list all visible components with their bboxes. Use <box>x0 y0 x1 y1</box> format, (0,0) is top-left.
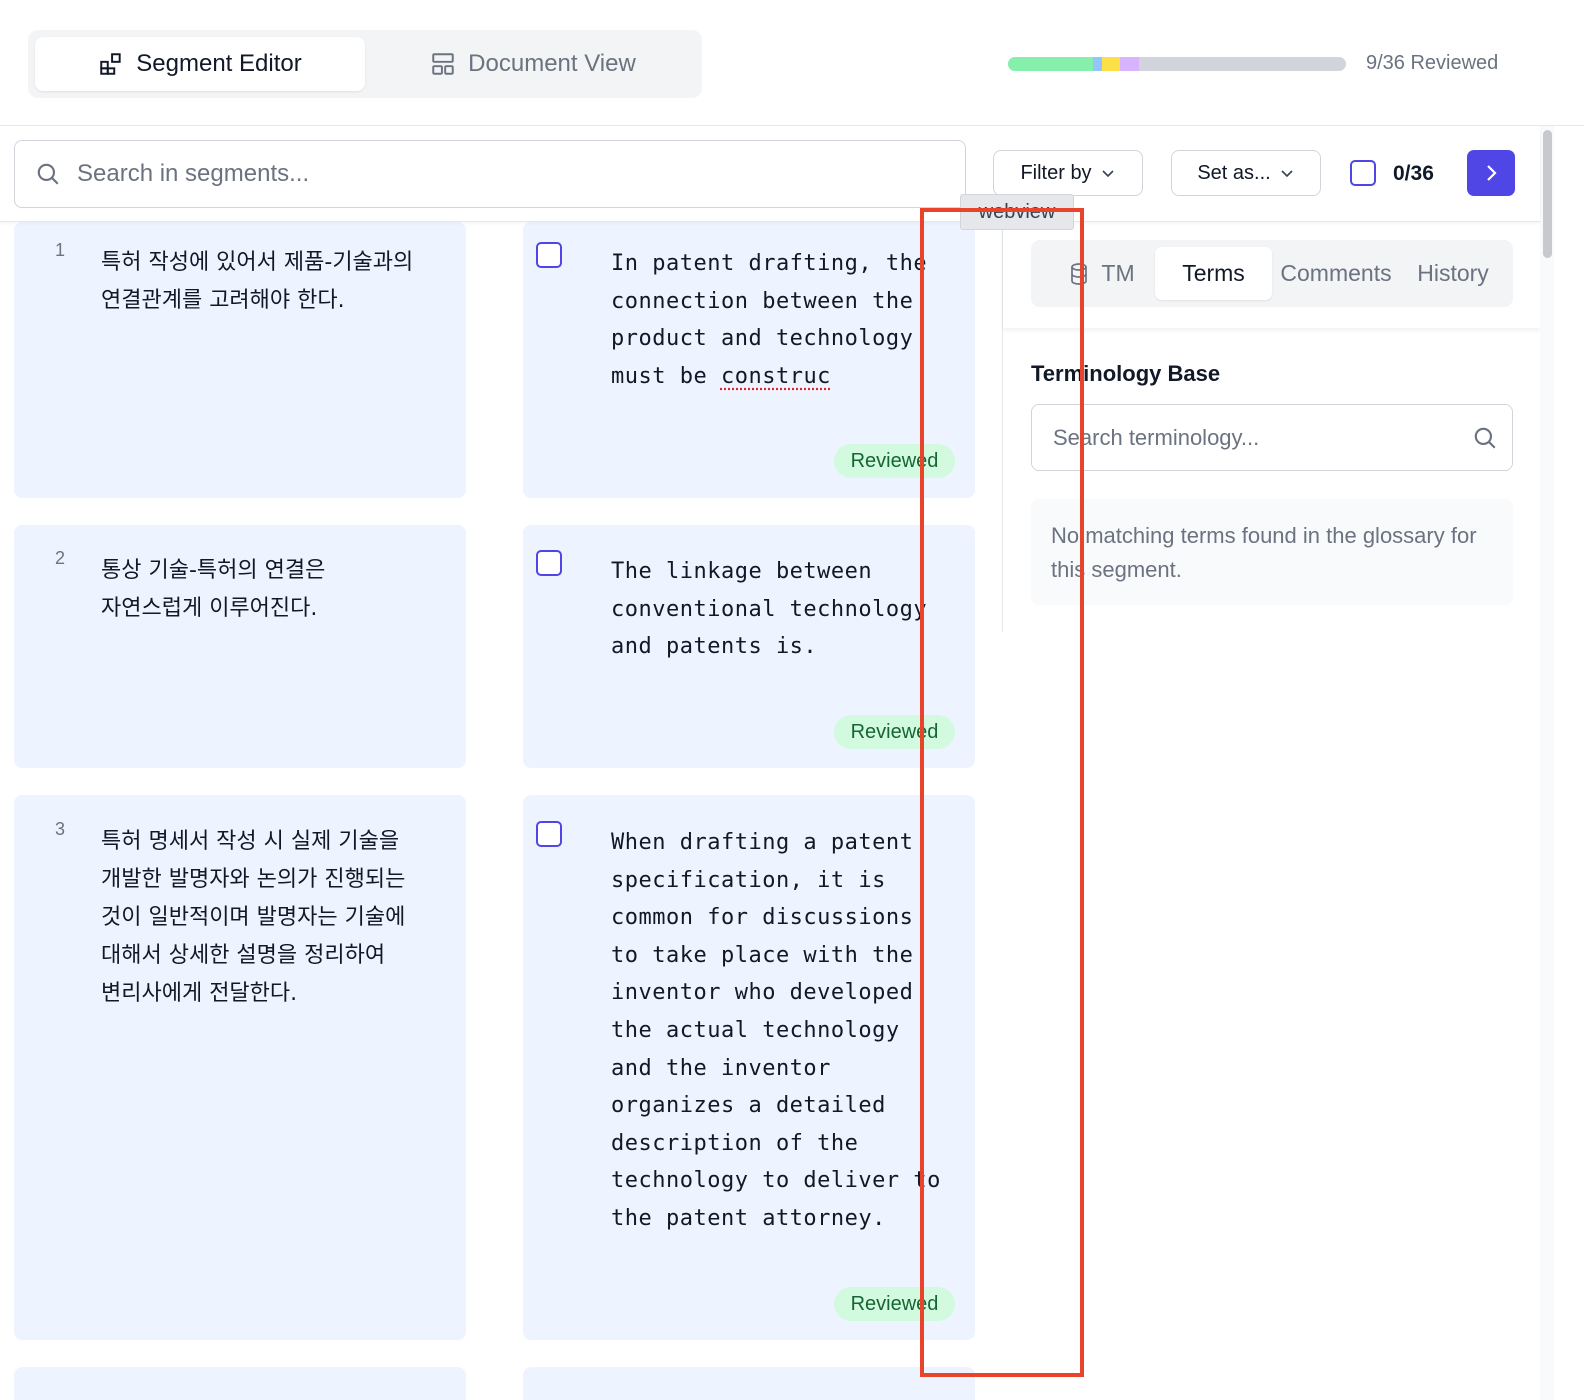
search-icon[interactable] <box>1472 425 1498 451</box>
tab-history-label: History <box>1417 260 1489 286</box>
document-view-icon <box>432 53 454 75</box>
segment-toolbar: Filter by Set as... 0/36 <box>0 126 1540 222</box>
segment-search <box>14 140 966 208</box>
segment-search-input[interactable] <box>77 160 917 188</box>
segment-source-text: 특허 작성에 있어서 제품-기술과의 연결관계를 고려해야 한다. <box>101 250 414 313</box>
database-icon <box>1071 262 1088 285</box>
scrollbar-track <box>1540 126 1554 1400</box>
select-all-checkbox[interactable] <box>1350 160 1376 186</box>
chevron-right-icon <box>1487 165 1497 181</box>
search-icon <box>37 163 59 185</box>
segment-target-text[interactable]: The linkage between conventional technol… <box>611 553 941 666</box>
next-segment-button[interactable] <box>1467 150 1515 196</box>
terminology-heading: Terminology Base <box>1031 361 1221 386</box>
review-progress-label: 9/36 Reviewed <box>1366 52 1499 74</box>
view-switcher: Segment Editor Document View <box>28 30 702 98</box>
tab-terms-label: Terms <box>1182 260 1245 286</box>
chevron-down-icon <box>1101 170 1114 178</box>
segment-number: 2 <box>55 548 66 568</box>
segment-target-text[interactable]: When drafting a patent specification, it… <box>611 824 941 1238</box>
set-as-dropdown[interactable]: Set as... <box>1171 150 1321 196</box>
status-badge: Reviewed <box>834 444 955 478</box>
chevron-down-icon <box>1281 170 1293 178</box>
tab-comments[interactable]: Comments <box>1274 247 1398 300</box>
webview-tooltip: webview <box>960 194 1074 230</box>
status-badge: Reviewed <box>834 715 955 749</box>
progress-segment-segment-3 <box>1101 57 1121 71</box>
terminology-search <box>1031 404 1513 471</box>
tab-history[interactable]: History <box>1405 247 1501 300</box>
filter-by-dropdown[interactable]: Filter by <box>993 150 1143 196</box>
segment-checkbox[interactable] <box>536 821 562 847</box>
segment-source-text: 특허 명세서 작성 시 실제 기술을 개발한 발명자와 논의가 진행되는 것이 … <box>101 829 406 1006</box>
tab-tm-label: TM <box>1101 260 1135 286</box>
segment-checkbox[interactable] <box>536 242 562 268</box>
progress-segment-segment-2 <box>1092 57 1102 71</box>
top-bar: Segment Editor Document View 9/36 Review… <box>0 0 1584 126</box>
tab-comments-label: Comments <box>1280 260 1392 286</box>
filter-by-label: Filter by <box>1020 161 1092 184</box>
tab-terms[interactable]: Terms <box>1155 247 1272 300</box>
segment-target-text[interactable]: In patent drafting, the connection betwe… <box>611 245 941 395</box>
selection-count: 0/36 <box>1393 162 1434 185</box>
segment-number: 1 <box>55 240 66 260</box>
tab-document-view[interactable]: Document View <box>372 37 694 91</box>
review-progress-bar <box>1008 57 1346 71</box>
tab-document-view-label: Document View <box>468 50 636 77</box>
misspelled-word: construc <box>720 363 831 389</box>
tab-segment-editor-label: Segment Editor <box>136 50 302 77</box>
segment-number: 3 <box>55 819 66 839</box>
side-panel-tabs: TM Terms Comments History <box>1031 240 1513 307</box>
tab-tm[interactable]: TM <box>1045 247 1157 300</box>
progress-segment-segment-4 <box>1120 57 1139 71</box>
no-terms-message: No matching terms found in the glossary … <box>1031 499 1513 605</box>
segment-editor-icon <box>100 53 121 75</box>
side-panel-header: TM Terms Comments History <box>1003 222 1540 328</box>
scrollbar-thumb[interactable] <box>1543 130 1552 258</box>
segment-target-4[interactable] <box>523 1367 975 1400</box>
segment-checkbox[interactable] <box>536 550 562 576</box>
segment-source-4[interactable] <box>14 1367 466 1400</box>
tab-segment-editor[interactable]: Segment Editor <box>35 37 365 91</box>
progress-segment-reviewed <box>1008 57 1093 71</box>
terminology-search-input[interactable] <box>1053 424 1453 451</box>
status-badge: Reviewed <box>834 1287 955 1321</box>
set-as-label: Set as... <box>1197 161 1271 184</box>
segment-source-text: 통상 기술-특허의 연결은 자연스럽게 이루어진다. <box>101 558 326 621</box>
